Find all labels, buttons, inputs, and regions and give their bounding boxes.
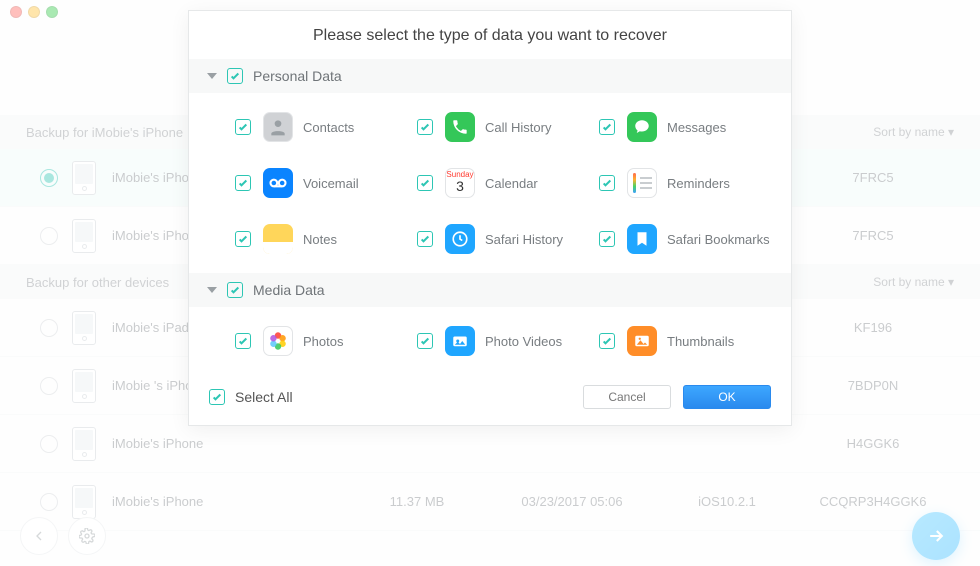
select-all-toggle[interactable]: Select All — [209, 389, 293, 405]
category-label: Media Data — [253, 282, 325, 298]
checkbox[interactable] — [235, 119, 251, 135]
data-type-contacts[interactable]: Contacts — [235, 99, 417, 155]
select-all-label: Select All — [235, 389, 293, 405]
data-type-label: Thumbnails — [667, 334, 734, 349]
photos-icon — [263, 326, 293, 356]
data-type-photos[interactable]: Photos — [235, 313, 417, 369]
checkbox[interactable] — [235, 231, 251, 247]
thumbnails-icon — [627, 326, 657, 356]
category-header[interactable]: Personal Data — [189, 59, 791, 93]
category-header[interactable]: Media Data — [189, 273, 791, 307]
data-type-label: Reminders — [667, 176, 730, 191]
data-type-label: Photo Videos — [485, 334, 562, 349]
checkbox[interactable] — [599, 231, 615, 247]
call-history-icon — [445, 112, 475, 142]
checkbox[interactable] — [417, 231, 433, 247]
safari-history-icon — [445, 224, 475, 254]
voicemail-icon — [263, 168, 293, 198]
data-type-safari-bookmarks[interactable]: Safari Bookmarks — [599, 211, 781, 267]
recover-data-modal: Please select the type of data you want … — [188, 10, 792, 426]
data-type-label: Contacts — [303, 120, 354, 135]
checkbox[interactable] — [235, 333, 251, 349]
chevron-down-icon — [207, 287, 217, 293]
checkbox[interactable] — [599, 333, 615, 349]
data-type-voicemail[interactable]: Voicemail — [235, 155, 417, 211]
data-type-label: Safari Bookmarks — [667, 232, 770, 247]
checkbox[interactable] — [227, 282, 243, 298]
checkbox[interactable] — [417, 333, 433, 349]
ok-button[interactable]: OK — [683, 385, 771, 409]
data-type-thumbnails[interactable]: Thumbnails — [599, 313, 781, 369]
data-type-notes[interactable]: Notes — [235, 211, 417, 267]
data-type-label: Safari History — [485, 232, 563, 247]
category-label: Personal Data — [253, 68, 342, 84]
checkbox[interactable] — [417, 119, 433, 135]
checkbox[interactable] — [599, 119, 615, 135]
checkbox[interactable] — [227, 68, 243, 84]
messages-icon — [627, 112, 657, 142]
data-type-calendar[interactable]: Sunday3 Calendar — [417, 155, 599, 211]
chevron-down-icon — [207, 73, 217, 79]
photo-videos-icon — [445, 326, 475, 356]
data-type-reminders[interactable]: Reminders — [599, 155, 781, 211]
checkbox[interactable] — [417, 175, 433, 191]
notes-icon — [263, 224, 293, 254]
data-type-messages[interactable]: Messages — [599, 99, 781, 155]
reminders-icon — [627, 168, 657, 198]
contacts-icon — [263, 112, 293, 142]
data-type-label: Call History — [485, 120, 551, 135]
calendar-icon: Sunday3 — [445, 168, 475, 198]
modal-title: Please select the type of data you want … — [189, 11, 791, 59]
checkbox[interactable] — [235, 175, 251, 191]
data-type-label: Calendar — [485, 176, 538, 191]
data-type-call-history[interactable]: Call History — [417, 99, 599, 155]
safari-bookmarks-icon — [627, 224, 657, 254]
data-type-label: Notes — [303, 232, 337, 247]
select-all-checkbox[interactable] — [209, 389, 225, 405]
cancel-button[interactable]: Cancel — [583, 385, 671, 409]
data-type-safari-history[interactable]: Safari History — [417, 211, 599, 267]
data-type-label: Voicemail — [303, 176, 359, 191]
data-type-photo-videos[interactable]: Photo Videos — [417, 313, 599, 369]
data-type-label: Messages — [667, 120, 726, 135]
checkbox[interactable] — [599, 175, 615, 191]
data-type-label: Photos — [303, 334, 343, 349]
